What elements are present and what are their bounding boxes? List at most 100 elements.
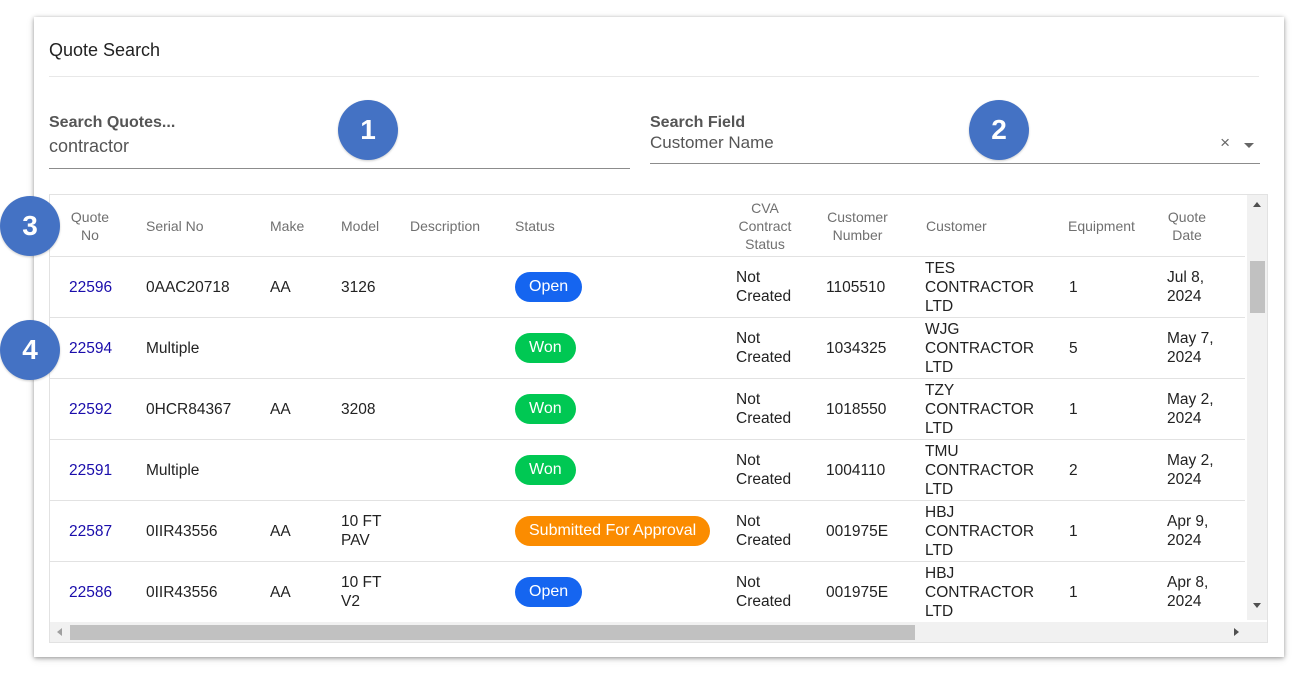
cell-quote-no[interactable]: 22586 <box>69 562 139 622</box>
cell-description <box>410 440 510 500</box>
cell-text[interactable]: 22591 <box>69 461 112 480</box>
cell-text: 1 <box>1069 400 1078 418</box>
cell-text: 5 <box>1069 339 1078 357</box>
cell-make <box>270 318 330 378</box>
status-badge: Open <box>515 577 583 607</box>
vertical-scroll-thumb[interactable] <box>1250 261 1265 313</box>
cell-text: TZY CONTRACTOR LTD <box>925 381 1035 437</box>
cell-model: 10 FT PAV <box>341 501 401 561</box>
table-row[interactable]: 22587 0IIR43556 AA 10 FT PAV Submitted For A… <box>50 501 1245 562</box>
header-make[interactable]: Make <box>270 195 330 256</box>
cell-serial-no: 0IIR43556 <box>146 501 261 561</box>
cell-text: Jul 8, 2024 <box>1167 269 1205 305</box>
header-cva-status[interactable]: CVA Contract Status <box>730 195 800 256</box>
cell-text[interactable]: 22592 <box>69 400 112 419</box>
cell-equipment: 5 <box>1069 318 1149 378</box>
cell-quote-no[interactable]: 22594 <box>69 318 139 378</box>
search-field-value[interactable]: Customer Name <box>650 133 774 153</box>
status-badge: Open <box>515 272 583 302</box>
cell-customer-number: 1034325 <box>826 318 921 378</box>
cell-status: Open <box>515 562 730 622</box>
cell-quote-no[interactable]: 22596 <box>69 257 139 317</box>
cell-text: 1 <box>1069 278 1078 296</box>
cell-cva-status: Not Created <box>736 379 816 439</box>
table-row[interactable]: 22594 Multiple Won Not Created 1034325 WJG CO… <box>50 318 1245 379</box>
cell-text: 0AAC20718 <box>146 278 230 296</box>
callout-marker-2: 2 <box>969 100 1029 160</box>
search-quotes-input[interactable]: contractor <box>49 136 129 157</box>
header-status[interactable]: Status <box>515 195 715 256</box>
header-quote-date[interactable]: Quote Date <box>1162 195 1212 256</box>
cell-text: 001975E <box>826 522 889 540</box>
cell-make: AA <box>270 257 330 317</box>
cell-text: 10 FT PAV <box>341 513 382 549</box>
cell-cva-status: Not Created <box>736 257 816 317</box>
header-quote-no[interactable]: Quote No <box>62 195 118 256</box>
cell-text: 1018550 <box>826 400 887 418</box>
cell-make: AA <box>270 379 330 439</box>
cell-make: AA <box>270 562 330 622</box>
cell-quote-no[interactable]: 22592 <box>69 379 139 439</box>
header-serial-no[interactable]: Serial No <box>146 195 256 256</box>
status-badge: Submitted For Approval <box>515 516 711 546</box>
cell-serial-no: Multiple <box>146 318 261 378</box>
cell-text[interactable]: 22586 <box>69 583 112 602</box>
cell-text: 0IIR43556 <box>146 522 218 540</box>
table-row[interactable]: 22596 0AAC20718 AA 3126 Open Not Created 11055… <box>50 257 1245 318</box>
scroll-left-icon[interactable] <box>57 628 62 636</box>
table-row[interactable]: 22591 Multiple Won Not Created 1004110 TMU CO… <box>50 440 1245 501</box>
search-field-select[interactable]: Search Field Customer Name × <box>650 114 1260 164</box>
callout-marker-1: 1 <box>338 100 398 160</box>
cell-make: AA <box>270 501 330 561</box>
table-row[interactable]: 22586 0IIR43556 AA 10 FT V2 Open Not Created 0… <box>50 562 1245 623</box>
cell-text: 001975E <box>826 583 889 601</box>
cell-description <box>410 501 510 561</box>
cell-model: 10 FT V2 <box>341 562 401 622</box>
title-divider <box>49 76 1259 77</box>
cell-quote-no[interactable]: 22591 <box>69 440 139 500</box>
scroll-down-icon[interactable] <box>1253 603 1261 608</box>
header-equipment[interactable]: Equipment <box>1068 195 1158 256</box>
header-customer-number[interactable]: Customer Number <box>820 195 895 256</box>
status-badge: Won <box>515 394 576 424</box>
scroll-up-icon[interactable] <box>1253 202 1261 207</box>
cell-text: Not Created <box>736 452 792 488</box>
header-model[interactable]: Model <box>341 195 401 256</box>
search-quotes-underline <box>49 168 630 169</box>
cell-text[interactable]: 22596 <box>69 278 112 297</box>
cell-quote-date: Jul 8, 2024 <box>1167 257 1237 317</box>
cell-text: 1004110 <box>826 461 886 479</box>
horizontal-scroll-thumb[interactable] <box>70 625 915 640</box>
header-description[interactable]: Description <box>410 195 510 256</box>
cell-cva-status: Not Created <box>736 501 816 561</box>
scroll-right-icon[interactable] <box>1234 628 1239 636</box>
cell-text: WJG CONTRACTOR LTD <box>925 320 1035 376</box>
cell-customer: HBJ CONTRACTOR LTD <box>925 562 1065 622</box>
cell-quote-date: May 2, 2024 <box>1167 440 1237 500</box>
header-customer[interactable]: Customer <box>926 195 1056 256</box>
cell-description <box>410 379 510 439</box>
cell-text: Not Created <box>736 330 792 366</box>
clear-icon[interactable]: × <box>1220 133 1230 153</box>
cell-serial-no: 0IIR43556 <box>146 562 261 622</box>
cell-text[interactable]: 22587 <box>69 522 112 541</box>
cell-text[interactable]: 22594 <box>69 339 112 358</box>
cell-text: May 7, 2024 <box>1167 330 1214 366</box>
cell-customer-number: 1018550 <box>826 379 921 439</box>
horizontal-scrollbar[interactable] <box>50 622 1267 642</box>
cell-quote-no[interactable]: 22587 <box>69 501 139 561</box>
quotes-table: Quote No Serial No Make Model Descriptio… <box>49 194 1268 643</box>
chevron-down-icon[interactable] <box>1244 143 1254 148</box>
cell-text: AA <box>270 522 291 540</box>
cell-customer: TMU CONTRACTOR LTD <box>925 440 1065 500</box>
cell-text: Multiple <box>146 339 200 357</box>
vertical-scrollbar[interactable] <box>1247 195 1267 620</box>
cell-text: 3208 <box>341 400 376 418</box>
cell-text: AA <box>270 400 291 418</box>
cell-text: 0HCR84367 <box>146 400 232 418</box>
cell-text: 1 <box>1069 583 1078 601</box>
cell-make <box>270 440 330 500</box>
cell-model: 3126 <box>341 257 401 317</box>
cell-status: Submitted For Approval <box>515 501 730 561</box>
table-row[interactable]: 22592 0HCR84367 AA 3208 Won Not Created 101855… <box>50 379 1245 440</box>
